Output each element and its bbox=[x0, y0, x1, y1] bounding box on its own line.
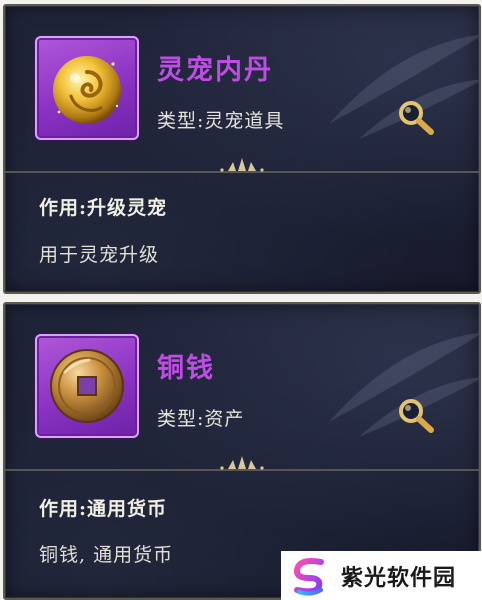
golden-orb-icon bbox=[53, 56, 121, 124]
item-icon-frame[interactable] bbox=[35, 334, 139, 438]
effect-title: 作用:升级灵宠 bbox=[39, 197, 168, 219]
item-name: 灵宠内丹 bbox=[157, 55, 273, 86]
effect-title: 作用:通用货币 bbox=[39, 498, 168, 520]
ziguang-logo-icon bbox=[293, 557, 324, 596]
copper-coin-icon bbox=[50, 349, 124, 423]
ornament-divider bbox=[5, 456, 479, 471]
search-icon[interactable] bbox=[395, 98, 439, 138]
item-type: 类型:资产 bbox=[157, 408, 245, 430]
watermark-text: 紫光软件园 bbox=[341, 565, 457, 591]
effect-description: 用于灵宠升级 bbox=[39, 244, 160, 266]
effect-description: 铜钱, 通用货币 bbox=[39, 544, 174, 566]
search-icon[interactable] bbox=[395, 396, 439, 436]
watermark: 紫光软件园 bbox=[281, 551, 482, 600]
item-type: 类型:灵宠道具 bbox=[157, 110, 285, 132]
item-name: 铜钱 bbox=[157, 353, 215, 384]
item-icon-frame[interactable] bbox=[35, 36, 139, 140]
item-tooltip-page: 灵宠内丹 类型:灵宠道具 作用:升级灵宠 用于灵宠升级 铜钱 类型:资产 作用:… bbox=[0, 0, 482, 600]
ornament-divider bbox=[5, 158, 479, 173]
item-card-spirit-pet-core: 灵宠内丹 类型:灵宠道具 作用:升级灵宠 用于灵宠升级 bbox=[3, 4, 481, 294]
